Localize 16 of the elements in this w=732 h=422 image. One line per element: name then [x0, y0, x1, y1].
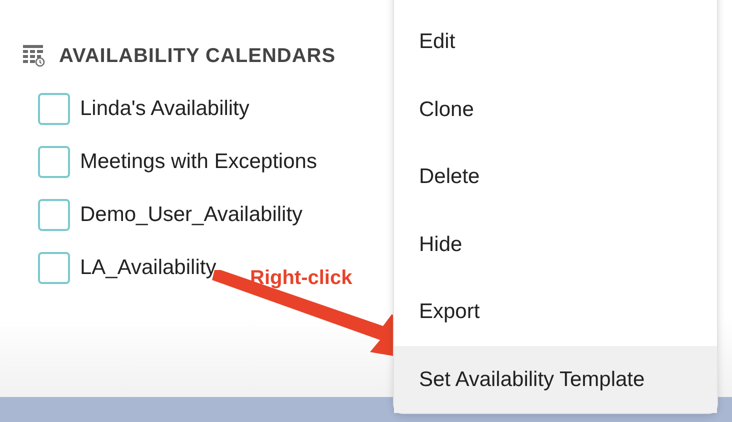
calendar-table-icon	[23, 45, 45, 67]
menu-item[interactable]: Set Availability Template	[394, 346, 717, 413]
checkbox[interactable]	[38, 146, 70, 178]
calendar-name: Linda's Availability	[80, 96, 250, 122]
menu-item[interactable]: Edit	[394, 8, 717, 76]
menu-item[interactable]: Clone	[394, 76, 717, 143]
calendar-name: LA_Availability	[80, 254, 216, 281]
menu-item[interactable]: Hide	[394, 210, 717, 278]
section-title: AVAILABILITY CALENDARS	[59, 44, 336, 69]
menu-item[interactable]: Delete	[394, 143, 717, 210]
checkbox[interactable]	[38, 92, 70, 124]
calendar-name: Meetings with Exceptions	[80, 148, 317, 175]
menu-item[interactable]: Export	[394, 278, 717, 346]
checkbox[interactable]	[38, 252, 70, 284]
calendar-name: Demo_User_Availability	[80, 202, 303, 228]
checkbox[interactable]	[38, 198, 70, 230]
